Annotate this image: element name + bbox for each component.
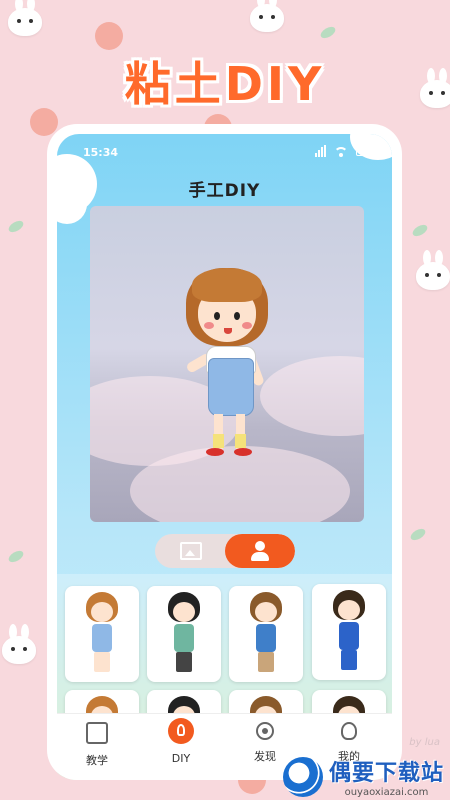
bunny-decoration xyxy=(250,0,284,32)
character-card[interactable] xyxy=(312,584,386,680)
toggle-image-option[interactable] xyxy=(155,534,227,568)
phone-frame: 15:34 手工DIY 教学 DIY 发现 我的 xyxy=(47,124,402,780)
status-time: 15:34 xyxy=(83,146,119,159)
character-figure xyxy=(246,592,286,676)
leaf-decoration xyxy=(318,24,338,41)
toggle-character-option[interactable] xyxy=(225,534,295,568)
diy-icon xyxy=(168,718,194,744)
leaf-decoration xyxy=(6,548,26,565)
watermark-cn: 偶要下载站 xyxy=(328,761,444,786)
character-figure xyxy=(164,592,204,676)
profile-icon xyxy=(341,722,357,740)
promo-title: 粘土DIY xyxy=(124,57,326,111)
flower-decoration xyxy=(95,22,123,50)
app-screen: 15:34 手工DIY 教学 DIY 发现 我的 xyxy=(57,134,392,780)
tab-teach[interactable]: 教学 xyxy=(57,722,137,768)
discover-icon xyxy=(256,722,274,740)
character-preview[interactable] xyxy=(90,206,364,522)
bunny-decoration xyxy=(2,624,36,664)
leaf-decoration xyxy=(408,526,428,543)
signal-icon xyxy=(315,145,326,157)
clay-girl-figure xyxy=(180,266,280,476)
leaf-decoration xyxy=(6,218,26,235)
tab-diy[interactable]: DIY xyxy=(141,718,221,765)
bunny-decoration xyxy=(416,250,450,290)
signature-text: by lua xyxy=(409,737,440,748)
watermark: 偶要下载站 ouyaoxiazai.com xyxy=(282,755,444,798)
image-icon xyxy=(180,542,202,560)
watermark-logo xyxy=(282,756,323,797)
status-bar: 15:34 xyxy=(57,142,392,162)
mode-toggle[interactable] xyxy=(155,534,295,568)
character-figure xyxy=(329,590,369,674)
wifi-icon xyxy=(334,147,348,157)
bunny-decoration xyxy=(8,0,42,36)
status-icons xyxy=(315,145,372,157)
battery-icon xyxy=(356,146,372,156)
tab-label: 教学 xyxy=(86,754,108,767)
page-title: 手工DIY xyxy=(188,181,261,201)
teach-icon xyxy=(86,722,108,744)
person-icon xyxy=(250,541,270,561)
tab-label: DIY xyxy=(171,752,191,765)
character-card[interactable] xyxy=(229,586,303,682)
watermark-en: ouyaoxiazai.com xyxy=(344,787,429,798)
character-card[interactable] xyxy=(65,586,139,682)
leaf-decoration xyxy=(410,222,430,239)
character-figure xyxy=(82,592,122,676)
character-card[interactable] xyxy=(147,586,221,682)
